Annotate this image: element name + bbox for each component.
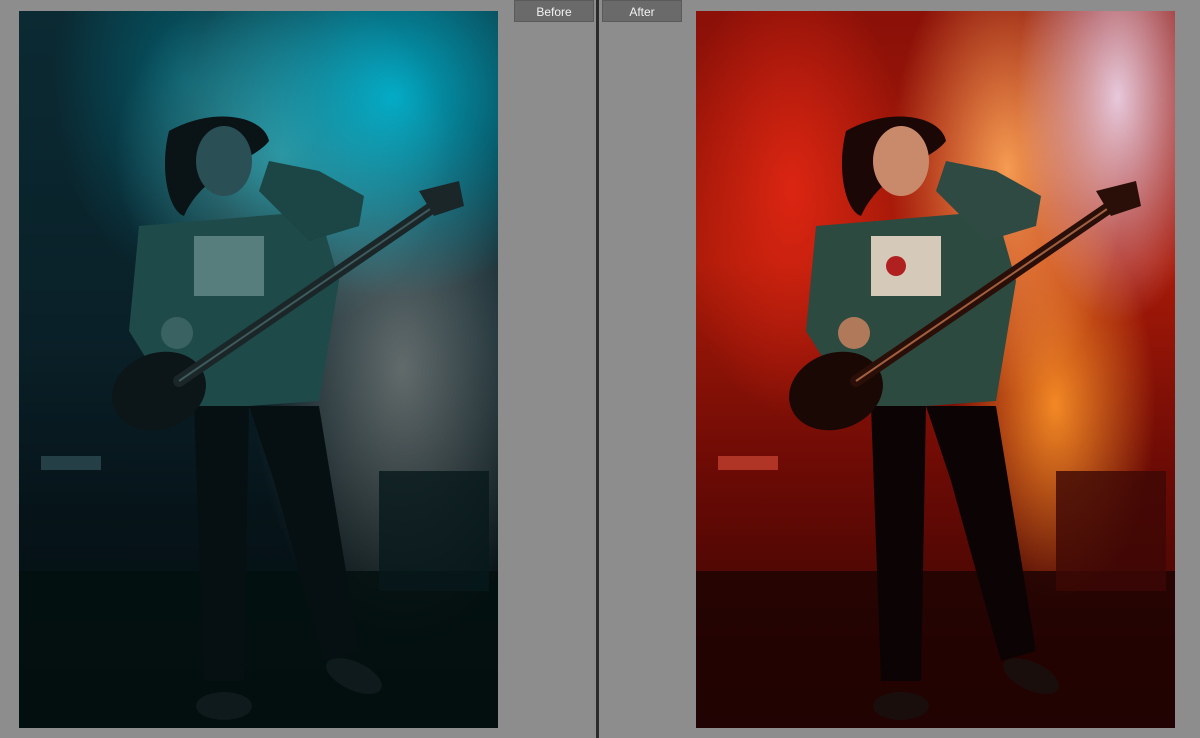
after-photo-illustration — [696, 116, 1175, 728]
after-photo — [696, 11, 1175, 728]
before-photo-illustration — [19, 116, 498, 728]
before-label[interactable]: Before — [514, 0, 594, 22]
after-label[interactable]: After — [602, 0, 682, 22]
before-after-compare-view: Before After — [0, 0, 1200, 738]
compare-divider[interactable] — [596, 0, 599, 738]
before-photo — [19, 11, 498, 728]
